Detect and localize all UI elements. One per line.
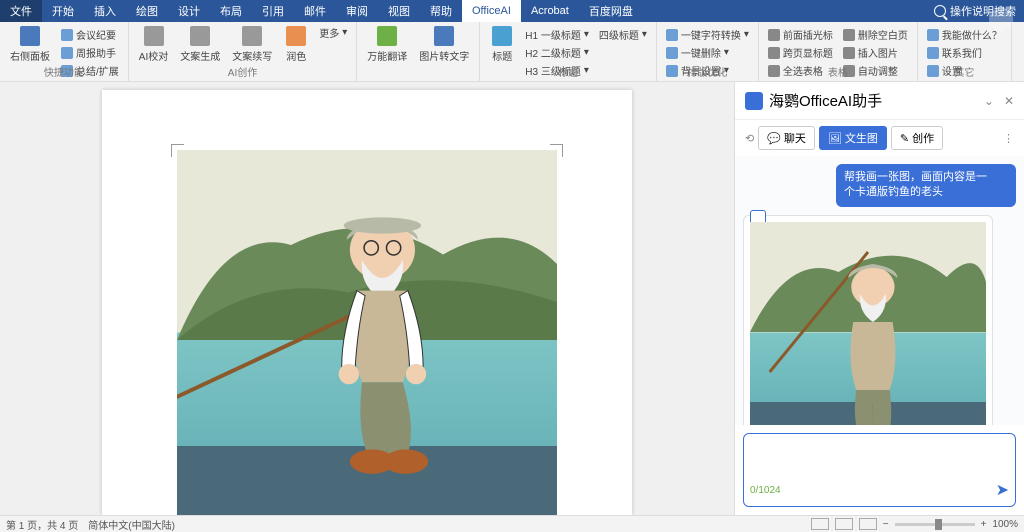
ribbon: 右侧面板 会议纪要 周报助手 总结/扩展 快捷功能 AI校对 文案生成 文案续写… (0, 22, 1024, 82)
tab-file[interactable]: 文件 (0, 0, 42, 22)
more-button[interactable]: 更多 ▾ (316, 24, 350, 41)
ai-assistant-panel: 海鹦OfficeAI助手 ⌄ ✕ ⟲ 💬聊天 🖼文生图 ✎创作 ⋮ 帮我画一张图… (734, 82, 1024, 515)
tab-insert[interactable]: 插入 (84, 0, 126, 22)
chevron-down-icon[interactable]: ⌄ (984, 94, 994, 108)
h1-button[interactable]: H1 一级标题 ▾ (522, 26, 592, 43)
chat-area: 帮我画一张图，画面内容是一个卡通版钓鱼的老头 (735, 156, 1024, 425)
what-can-i-do-button[interactable]: 我能做什么？ (924, 26, 1005, 43)
tab-help[interactable]: 帮助 (420, 0, 462, 22)
inserted-image[interactable] (177, 150, 557, 515)
status-bar: 第 1 页，共 4 页 简体中文(中国大陆) − + 100% (0, 515, 1024, 532)
page (102, 90, 632, 515)
translate-button[interactable]: 万能翻译 (363, 24, 411, 79)
meeting-minutes-button[interactable]: 会议纪要 (58, 26, 122, 43)
weekly-report-button[interactable]: 周报助手 (58, 44, 122, 61)
group-label: 快捷功能 (0, 64, 128, 79)
tab-review[interactable]: 审阅 (336, 0, 378, 22)
char-counter: 0/1024 (750, 485, 781, 496)
group-label: 标题 (480, 64, 656, 79)
tab-text-to-image[interactable]: 🖼文生图 (819, 126, 887, 150)
delete-blank-button[interactable]: 删除空白页 (840, 26, 911, 43)
tab-references[interactable]: 引用 (252, 0, 294, 22)
prompt-input-container: 0/1024 ➤ (743, 433, 1016, 507)
repeat-header-button[interactable]: 跨页显标题 (765, 44, 836, 61)
generated-image-message[interactable] (743, 215, 993, 425)
zoom-slider[interactable] (895, 523, 975, 526)
zoom-out-button[interactable]: − (883, 519, 889, 530)
close-icon[interactable]: ✕ (1004, 94, 1014, 108)
tab-create[interactable]: ✎创作 (891, 126, 943, 150)
contact-us-button[interactable]: 联系我们 (924, 44, 1005, 61)
one-click-delete-button[interactable]: 一键删除 ▾ (663, 44, 752, 61)
lightbulb-icon (934, 5, 946, 17)
assistant-logo-icon (745, 92, 763, 110)
refresh-icon[interactable]: ⟲ (745, 132, 754, 145)
tab-chat[interactable]: 💬聊天 (758, 126, 815, 150)
tab-baidu[interactable]: 百度网盘 (579, 0, 643, 22)
group-label: 排版优化 (657, 64, 758, 79)
document-area[interactable] (0, 82, 734, 515)
send-button[interactable]: ➤ (996, 480, 1009, 500)
group-label: 其它 (918, 64, 1011, 79)
user-avatar-icon (998, 166, 1016, 184)
tab-draw[interactable]: 绘图 (126, 0, 168, 22)
prompt-input[interactable] (750, 440, 1009, 464)
h4-button[interactable]: 四级标题 ▾ (596, 26, 650, 43)
tab-layout[interactable]: 布局 (210, 0, 252, 22)
group-label: 表格 (759, 64, 917, 79)
print-layout-button[interactable] (835, 518, 853, 530)
char-convert-button[interactable]: 一键字符转换 ▾ (663, 26, 752, 43)
h2-button[interactable]: H2 二级标题 ▾ (522, 44, 592, 61)
ocr-button[interactable]: 图片转文字 (415, 24, 473, 79)
zoom-level[interactable]: 100% (992, 519, 1018, 530)
tab-acrobat[interactable]: Acrobat (521, 0, 579, 22)
page-status[interactable]: 第 1 页，共 4 页 (6, 517, 78, 532)
more-icon[interactable]: ⋮ (1003, 132, 1014, 145)
assistant-title: 海鹦OfficeAI助手 (769, 90, 882, 111)
group-label: AI创作 (129, 64, 356, 79)
tab-design[interactable]: 设计 (168, 0, 210, 22)
web-layout-button[interactable] (859, 518, 877, 530)
zoom-in-button[interactable]: + (981, 519, 987, 530)
language-status[interactable]: 简体中文(中国大陆) (88, 517, 175, 532)
insert-image-button[interactable]: 插入图片 (840, 44, 911, 61)
tab-mailings[interactable]: 邮件 (294, 0, 336, 22)
user-message: 帮我画一张图，画面内容是一个卡通版钓鱼的老头 (836, 164, 1016, 207)
tab-home[interactable]: 开始 (42, 0, 84, 22)
cursor-front-button[interactable]: 前面插光标 (765, 26, 836, 43)
tab-view[interactable]: 视图 (378, 0, 420, 22)
read-mode-button[interactable] (811, 518, 829, 530)
tab-officeai[interactable]: OfficeAI (462, 0, 521, 22)
